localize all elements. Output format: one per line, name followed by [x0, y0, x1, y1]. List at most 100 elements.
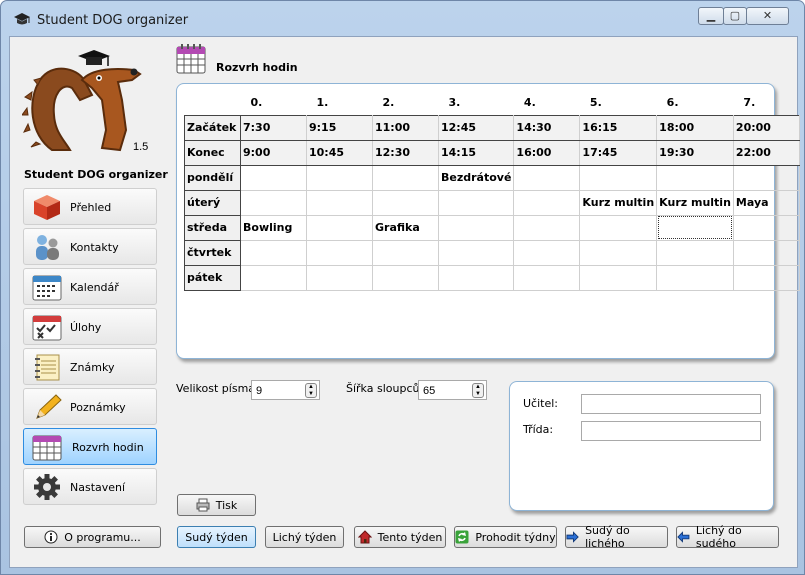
schedule-cell[interactable]	[372, 164, 439, 191]
schedule-cell[interactable]	[306, 264, 373, 291]
schedule-cell[interactable]	[656, 264, 734, 291]
nav-label: Známky	[70, 361, 115, 374]
even-to-odd-button[interactable]: Sudý do lichého	[565, 524, 668, 550]
schedule-cell[interactable]	[372, 264, 439, 291]
nav-item-kalendar[interactable]: Kalendář	[23, 268, 157, 305]
schedule-cell[interactable]	[656, 164, 734, 191]
schedule-cell[interactable]	[240, 189, 307, 216]
schedule-cell[interactable]	[579, 214, 658, 241]
schedule-cell[interactable]: 7:30	[240, 114, 307, 141]
nav-item-nastaveni[interactable]: Nastavení	[23, 468, 157, 505]
schedule-cell[interactable]: Grafika	[372, 214, 439, 241]
schedule-cell[interactable]: 12:30	[372, 139, 439, 166]
schedule-cell[interactable]	[656, 214, 734, 241]
table-row: středa Bowling Grafika	[184, 214, 800, 241]
schedule-cell[interactable]	[513, 164, 581, 191]
even-week-button[interactable]: Sudý týden	[177, 526, 256, 548]
schedule-cell[interactable]: 20:00	[732, 114, 800, 141]
print-button[interactable]: Tisk	[177, 494, 256, 516]
table-row: Konec 9:00 10:45 12:30 14:15 16:00 17:45 19:30 2…	[184, 139, 800, 166]
class-field[interactable]	[581, 421, 761, 441]
maximize-button[interactable]: ▢	[723, 7, 747, 25]
close-button[interactable]: ✕	[746, 7, 789, 25]
schedule-cell[interactable]: 14:15	[437, 139, 515, 166]
schedule-cell[interactable]: 10:45	[306, 139, 373, 166]
this-week-button[interactable]: Tento týden	[354, 526, 446, 548]
schedule-cell[interactable]	[240, 264, 307, 291]
gear-icon	[34, 474, 60, 500]
schedule-cell[interactable]: 9:00	[240, 139, 307, 166]
schedule-cell[interactable]	[732, 214, 800, 241]
schedule-cell[interactable]	[437, 214, 515, 241]
schedule-cell[interactable]: 16:15	[579, 114, 658, 141]
schedule-cell[interactable]	[579, 239, 658, 266]
schedule-cell[interactable]	[732, 239, 800, 266]
schedule-table[interactable]: 0. 1. 2. 3. 4. 5. 6. 7. Začátek 7:30 9:15 11:00 12:…	[184, 90, 800, 291]
schedule-cell[interactable]	[372, 189, 439, 216]
schedule-cell[interactable]: 9:15	[306, 114, 373, 141]
nav-item-prehled[interactable]: Přehled	[23, 188, 157, 225]
schedule-cell[interactable]	[437, 239, 515, 266]
nav-item-poznamky[interactable]: Poznámky	[23, 388, 157, 425]
minimize-button[interactable]: ▁	[698, 7, 724, 25]
schedule-cell[interactable]	[240, 239, 307, 266]
spinner-arrows-icon[interactable]: ▲ ▼	[305, 383, 317, 398]
schedule-cell[interactable]	[579, 264, 658, 291]
schedule-cell[interactable]: 14:30	[513, 114, 581, 141]
schedule-cell[interactable]	[306, 189, 373, 216]
row-header: středa	[184, 214, 241, 241]
schedule-cell[interactable]	[656, 239, 734, 266]
schedule-cell[interactable]: 18:00	[656, 114, 734, 141]
column-header: 4.	[523, 95, 536, 109]
swap-weeks-button[interactable]: Prohodit týdny	[454, 526, 557, 548]
schedule-cell[interactable]: 11:00	[372, 114, 439, 141]
schedule-cell[interactable]	[306, 214, 373, 241]
spinner-arrows-icon[interactable]: ▲ ▼	[472, 383, 484, 398]
nav-item-rozvrh[interactable]: Rozvrh hodin	[23, 428, 157, 465]
column-header: 2.	[382, 95, 395, 109]
schedule-cell[interactable]	[513, 214, 581, 241]
font-size-label: Velikost písma:	[176, 382, 259, 395]
app-name-label: Student DOG organizer	[24, 168, 168, 181]
row-header: čtvrtek	[184, 239, 241, 266]
schedule-cell[interactable]: 12:45	[437, 114, 515, 141]
about-button[interactable]: O programu...	[24, 526, 161, 548]
nav-label: Kalendář	[70, 281, 119, 294]
schedule-cell[interactable]	[437, 264, 515, 291]
title-bar[interactable]: Student DOG organizer ▁ ▢ ✕	[1, 1, 804, 37]
schedule-cell[interactable]	[513, 264, 581, 291]
schedule-cell[interactable]	[513, 189, 581, 216]
print-button-label: Tisk	[215, 498, 238, 512]
schedule-cell[interactable]	[306, 164, 373, 191]
schedule-cell[interactable]	[306, 239, 373, 266]
schedule-cell[interactable]: 22:00	[732, 139, 800, 166]
schedule-cell[interactable]	[579, 164, 658, 191]
schedule-cell[interactable]: 16:00	[513, 139, 581, 166]
schedule-cell[interactable]: Bezdrátové	[437, 164, 515, 191]
schedule-cell[interactable]: 19:30	[656, 139, 734, 166]
schedule-cell[interactable]: Maya	[732, 189, 800, 216]
nav-item-kontakty[interactable]: Kontakty	[23, 228, 157, 265]
odd-to-even-button[interactable]: Lichý do sudého	[676, 524, 779, 550]
schedule-cell[interactable]: 17:45	[579, 139, 658, 166]
schedule-cell[interactable]	[732, 164, 800, 191]
odd-week-button[interactable]: Lichý týden	[265, 526, 344, 548]
column-width-spinner[interactable]: 65 ▲ ▼	[418, 380, 487, 400]
teacher-field[interactable]	[581, 394, 761, 414]
schedule-cell[interactable]: Bowling	[240, 214, 307, 241]
schedule-cell[interactable]	[240, 164, 307, 191]
nav-item-znamky[interactable]: Známky	[23, 348, 157, 385]
nav-label: Rozvrh hodin	[72, 441, 144, 454]
schedule-cell[interactable]	[513, 239, 581, 266]
schedule-cell[interactable]: Kurz multin	[579, 189, 658, 216]
schedule-cell[interactable]	[437, 189, 515, 216]
schedule-header-icon	[176, 44, 206, 74]
arrow-right-icon	[566, 531, 579, 543]
schedule-cell[interactable]	[372, 239, 439, 266]
schedule-cell[interactable]	[732, 264, 800, 291]
font-size-spinner[interactable]: 9 ▲ ▼	[251, 380, 320, 400]
nav-item-ulohy[interactable]: Úlohy	[23, 308, 157, 345]
odd-to-even-label: Lichý do sudého	[695, 524, 742, 550]
pencil-icon	[36, 394, 62, 419]
schedule-cell[interactable]: Kurz multin	[656, 189, 734, 216]
